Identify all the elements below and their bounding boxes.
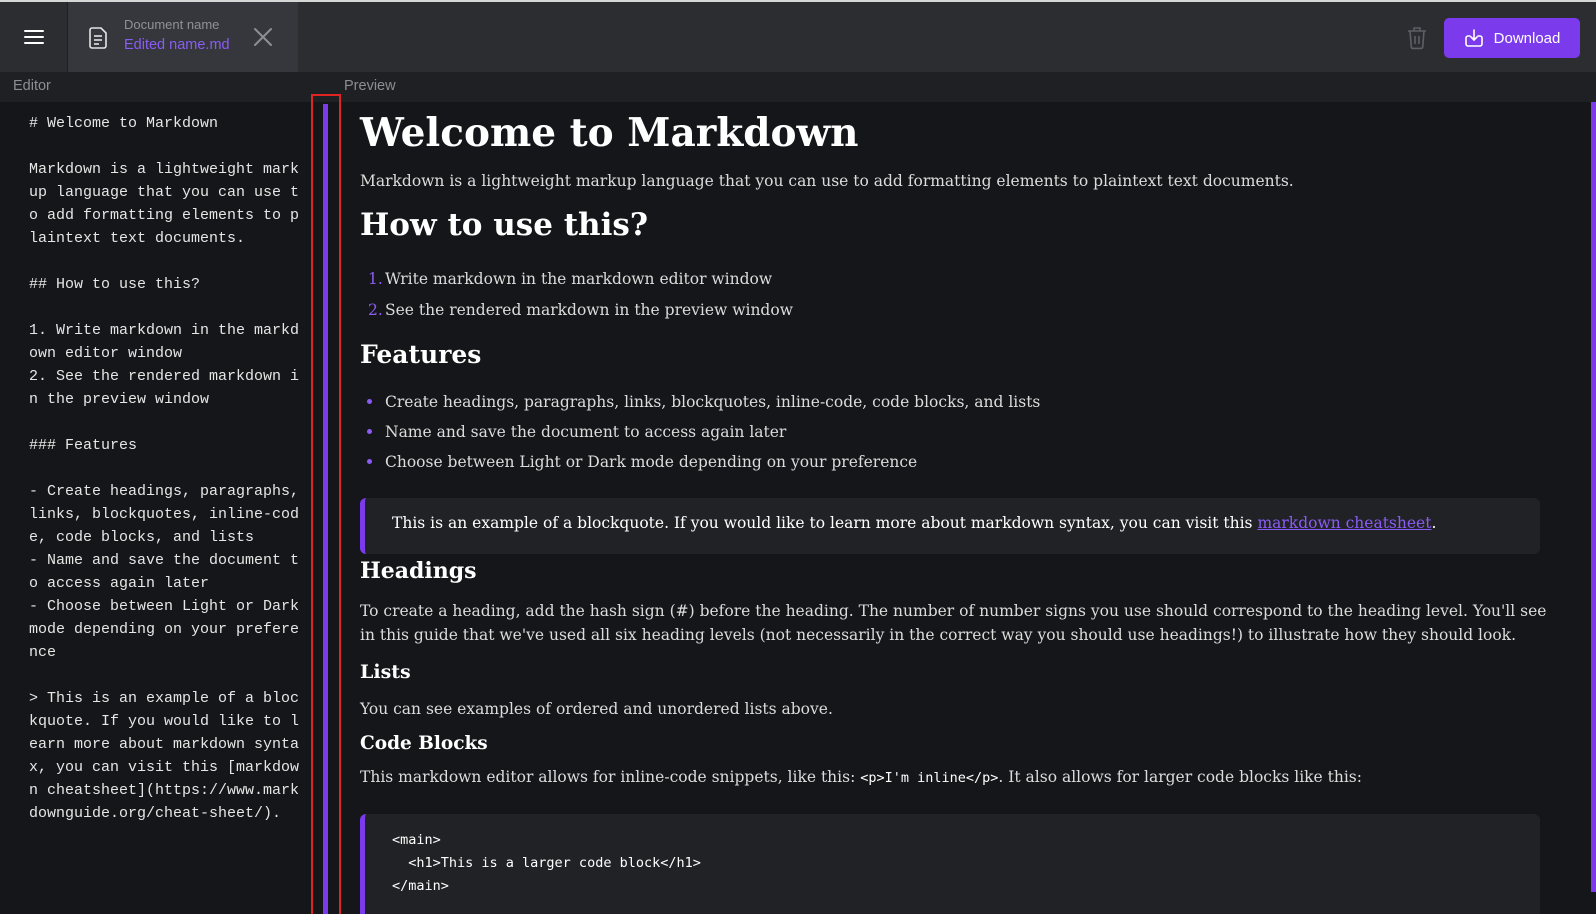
code-para-after: . It also allows for larger code blocks … [998, 768, 1362, 786]
document-icon [89, 27, 107, 49]
bullet-item-3: Choose between Light or Dark mode depend… [385, 453, 918, 471]
preview-h1: Welcome to Markdown [360, 110, 859, 156]
download-button[interactable]: Download [1444, 18, 1580, 58]
ordered-item-1: Write markdown in the markdown editor wi… [385, 270, 773, 288]
ordered-item-2: See the rendered markdown in the preview… [385, 301, 793, 319]
download-label: Download [1493, 29, 1561, 47]
blockquote: This is an example of a blockquote. If y… [360, 498, 1540, 554]
download-icon [1464, 29, 1483, 47]
divider-handle[interactable] [323, 104, 328, 914]
bullet-dot-2 [367, 429, 372, 434]
preview-intro: Markdown is a lightweight markup languag… [360, 172, 1294, 190]
preview-h2: How to use this? [360, 207, 648, 243]
document-name-label: Document name [124, 17, 220, 32]
bullet-dot-3 [367, 459, 372, 464]
preview-h3: Features [360, 340, 482, 369]
bullet-item-2: Name and save the document to access aga… [385, 423, 787, 441]
bullet-item-1: Create headings, paragraphs, links, bloc… [385, 393, 1041, 411]
blockquote-body: This is an example of a blockquote. If y… [392, 514, 1258, 532]
inline-code: <p>I'm inline</p> [860, 770, 999, 786]
preview-h4: Headings [360, 558, 477, 584]
markdown-editor[interactable]: # Welcome to Markdown Markdown is a ligh… [0, 102, 310, 914]
preview-label: Preview [344, 78, 396, 94]
bullet-dot-1 [367, 399, 372, 404]
preview-headings-para: To create a heading, add the hash sign (… [360, 602, 1547, 644]
preview-h5: Lists [360, 661, 411, 683]
menu-icon [23, 30, 44, 44]
ordered-num-2: 2. [368, 301, 383, 319]
preview-lists-para: You can see examples of ordered and unor… [360, 700, 833, 718]
editor-label: Editor [13, 78, 51, 94]
blockquote-end: . [1431, 514, 1437, 532]
document-name-field[interactable]: Edited name.md [124, 34, 230, 56]
close-icon[interactable] [252, 26, 274, 48]
pane-divider[interactable] [311, 94, 341, 914]
preview-scrollbar[interactable] [1591, 102, 1596, 892]
code-block-text: <main> <h1>This is a larger code block</… [392, 832, 701, 894]
column-label-row: Editor Preview [0, 72, 1596, 102]
code-para-before: This markdown editor allows for inline-c… [360, 768, 861, 786]
top-bar: Document name Edited name.md Download [0, 0, 1596, 72]
menu-button[interactable] [0, 2, 68, 72]
trash-icon[interactable] [1406, 26, 1428, 50]
markdown-preview: Welcome to Markdown Markdown is a lightw… [341, 102, 1596, 914]
code-block: <main> <h1>This is a larger code block</… [360, 814, 1540, 914]
editor-text[interactable]: # Welcome to Markdown Markdown is a ligh… [29, 112, 301, 825]
cheatsheet-link[interactable]: markdown cheatsheet [1257, 514, 1431, 532]
preview-code-para: This markdown editor allows for inline-c… [360, 765, 1560, 790]
blockquote-text: This is an example of a blockquote. If y… [392, 514, 1436, 532]
ordered-num-1: 1. [368, 270, 383, 288]
document-name-box: Document name Edited name.md [68, 2, 298, 72]
preview-h6: Code Blocks [360, 733, 488, 754]
